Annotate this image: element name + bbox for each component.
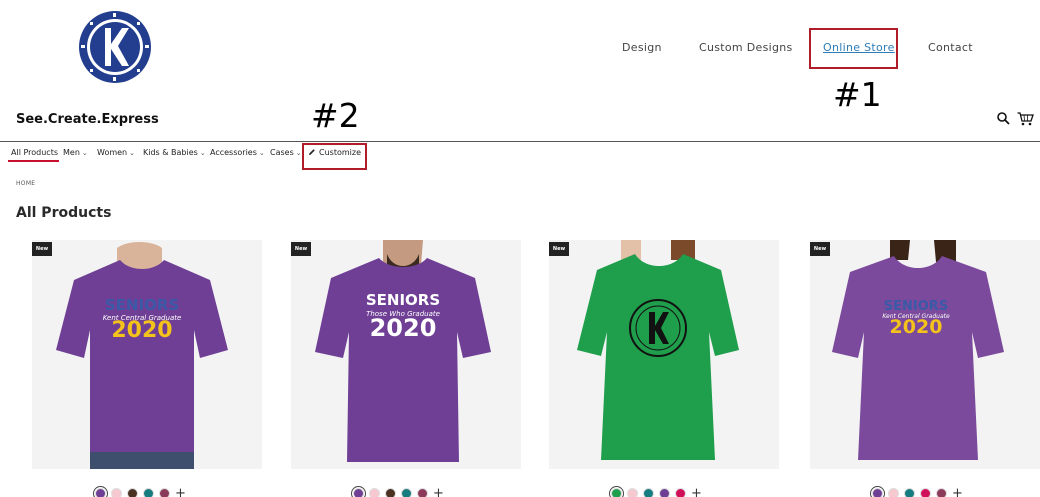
annotation-label-2: #2 xyxy=(311,96,360,135)
chevron-down-icon: ⌄ xyxy=(129,149,135,157)
product-card[interactable]: SENIORS Kent Central Graduate 2020 New + xyxy=(810,240,1040,497)
print-text: SENIORS xyxy=(884,299,948,314)
category-accessories[interactable]: Accessories ⌄ xyxy=(210,148,265,157)
annotation-box-1 xyxy=(809,28,898,69)
category-label: All Products xyxy=(11,148,59,157)
color-swatch[interactable] xyxy=(872,488,883,497)
color-swatch[interactable] xyxy=(904,488,915,497)
color-swatches: + xyxy=(95,483,186,497)
more-colors-icon[interactable]: + xyxy=(952,487,963,497)
search-icon[interactable] xyxy=(997,112,1010,125)
tshirt-illustration xyxy=(549,240,779,469)
color-swatch[interactable] xyxy=(159,488,170,497)
color-swatch[interactable] xyxy=(675,488,686,497)
nav-contact-link[interactable]: Contact xyxy=(928,41,973,54)
more-colors-icon[interactable]: + xyxy=(175,487,186,497)
product-card[interactable]: SENIORS Those Who Graduate 2020 New + xyxy=(291,240,521,497)
category-men[interactable]: Men ⌄ xyxy=(63,148,88,157)
nav-custom-designs-link[interactable]: Custom Designs xyxy=(699,41,793,54)
category-label: Accessories xyxy=(210,148,257,157)
color-swatch[interactable] xyxy=(627,488,638,497)
more-colors-icon[interactable]: + xyxy=(433,487,444,497)
color-swatch[interactable] xyxy=(127,488,138,497)
print-text: SENIORS xyxy=(105,296,179,314)
product-card[interactable]: SENIORS Kent Central Graduate 2020 New + xyxy=(32,240,262,497)
tshirt-illustration: SENIORS Kent Central Graduate 2020 xyxy=(32,240,262,469)
chevron-down-icon: ⌄ xyxy=(199,149,206,157)
color-swatches: + xyxy=(872,483,963,497)
tshirt-illustration: SENIORS Those Who Graduate 2020 xyxy=(291,240,521,469)
pencil-icon xyxy=(309,149,315,155)
color-swatch[interactable] xyxy=(643,488,654,497)
active-category-underline xyxy=(8,160,59,162)
color-swatch[interactable] xyxy=(369,488,380,497)
color-swatch[interactable] xyxy=(143,488,154,497)
color-swatch[interactable] xyxy=(111,488,122,497)
more-colors-icon[interactable]: + xyxy=(691,487,702,497)
nav-design-link[interactable]: Design xyxy=(622,41,662,54)
breadcrumb[interactable]: HOME xyxy=(16,180,35,187)
color-swatch[interactable] xyxy=(95,488,106,497)
category-all-products[interactable]: All Products xyxy=(11,148,58,157)
cart-icon[interactable] xyxy=(1017,112,1034,126)
category-label: Customize xyxy=(319,148,361,157)
new-badge: New xyxy=(549,242,569,256)
color-swatch[interactable] xyxy=(385,488,396,497)
category-label: Cases xyxy=(270,148,294,157)
product-image[interactable]: SENIORS Kent Central Graduate 2020 New xyxy=(810,240,1040,469)
chevron-down-icon: ⌄ xyxy=(81,149,88,157)
category-kids-babies[interactable]: Kids & Babies ⌄ xyxy=(143,148,206,157)
new-badge: New xyxy=(32,242,52,256)
print-text: 2020 xyxy=(111,318,172,343)
category-label: Men xyxy=(63,148,80,157)
color-swatch[interactable] xyxy=(401,488,412,497)
annotation-label-1: #1 xyxy=(833,75,882,114)
color-swatch[interactable] xyxy=(611,488,622,497)
product-image[interactable]: SENIORS Those Who Graduate 2020 New xyxy=(291,240,521,469)
product-image[interactable]: New xyxy=(549,240,779,469)
color-swatches: + xyxy=(353,483,444,497)
category-customize[interactable]: Customize xyxy=(308,148,361,157)
color-swatch[interactable] xyxy=(659,488,670,497)
store-brand-name[interactable]: See.Create.Express xyxy=(16,112,159,127)
print-text: 2020 xyxy=(370,314,437,342)
chevron-down-icon: ⌄ xyxy=(295,149,302,157)
color-swatch[interactable] xyxy=(417,488,428,497)
new-badge: New xyxy=(810,242,830,256)
category-bar: All Products Men ⌄ Women ⌄ Kids & Babies ⌄ … xyxy=(0,143,1040,165)
category-label: Kids & Babies xyxy=(143,148,198,157)
color-swatches: + xyxy=(611,483,702,497)
color-swatch[interactable] xyxy=(888,488,899,497)
product-image[interactable]: SENIORS Kent Central Graduate 2020 New xyxy=(32,240,262,469)
color-swatch[interactable] xyxy=(353,488,364,497)
product-card[interactable]: New + xyxy=(549,240,779,497)
print-text: SENIORS xyxy=(366,291,440,309)
tshirt-illustration: SENIORS Kent Central Graduate 2020 xyxy=(810,240,1040,469)
new-badge: New xyxy=(291,242,311,256)
category-label: Women xyxy=(97,148,128,157)
chevron-down-icon: ⌄ xyxy=(258,149,265,157)
page-title: All Products xyxy=(16,205,112,221)
color-swatch[interactable] xyxy=(920,488,931,497)
category-cases[interactable]: Cases ⌄ xyxy=(270,148,302,157)
print-text: 2020 xyxy=(890,316,943,338)
color-swatch[interactable] xyxy=(936,488,947,497)
category-women[interactable]: Women ⌄ xyxy=(97,148,135,157)
header-divider xyxy=(0,141,1040,142)
